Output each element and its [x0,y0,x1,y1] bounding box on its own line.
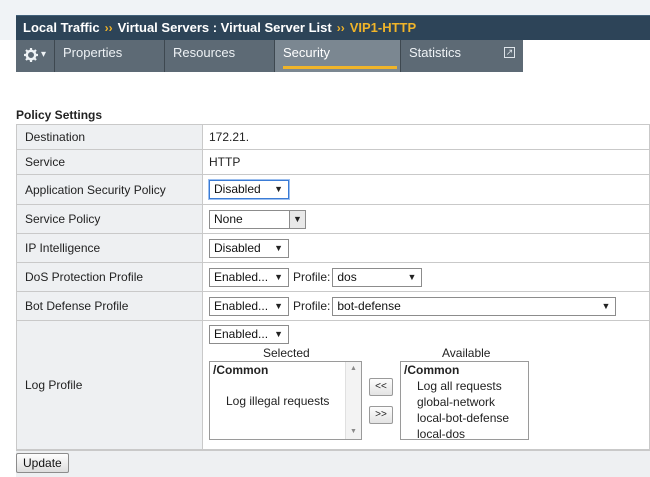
select-value: dos [337,269,357,284]
row-service: Service HTTP [16,149,650,175]
chevron-down-icon: ▼ [274,184,283,194]
external-link-icon[interactable]: ↗ [504,47,515,58]
chevron-down-icon: ▼ [407,271,417,282]
select-value: Enabled... [214,298,269,313]
row-label: Bot Defense Profile [16,291,203,321]
row-label: Destination [16,124,203,150]
list-item[interactable]: Log all requests [401,378,528,394]
log-profile-area: Enabled... ▼ Selected Available /Common … [203,321,649,449]
row-label: IP Intelligence [16,233,203,263]
selected-heading: Selected [263,346,310,360]
breadcrumb-current: VIP1-HTTP [349,20,417,35]
select-value: Disabled [214,182,261,196]
footer-bar [16,450,650,477]
available-heading: Available [442,346,491,360]
selected-listbox[interactable]: /Common Log illegal requests ▲ ▼ [209,361,362,440]
chevron-down-icon: ▼ [289,210,305,228]
row-dos-protection-profile: DoS Protection Profile Enabled... ▼ Prof… [16,262,650,292]
dos-profile-select[interactable]: dos ▼ [332,267,423,287]
profile-label: Profile: [293,299,331,313]
tab-statistics[interactable]: Statistics ↗ [401,40,523,72]
log-profile-select[interactable]: Enabled... ▼ [209,325,289,344]
service-policy-select[interactable]: None ▼ [209,209,306,229]
destination-value: 172.21. [202,124,650,150]
service-value: HTTP [202,149,650,175]
chevron-down-icon: ▼ [274,300,283,311]
list-item[interactable]: local-bot-defense [401,410,528,426]
scroll-down-icon[interactable]: ▼ [346,425,361,439]
row-service-policy: Service Policy None ▼ [16,204,650,234]
scroll-up-icon[interactable]: ▲ [346,362,361,376]
row-ip-intelligence: IP Intelligence Disabled ▼ [16,233,650,263]
selected-group-label: /Common [213,363,269,377]
dos-protection-select[interactable]: Enabled... ▼ [209,267,289,287]
update-button[interactable]: Update [16,453,69,473]
breadcrumb-virtual-server-list[interactable]: Virtual Servers : Virtual Server List [118,20,332,35]
chevron-down-icon: ▼ [274,242,283,253]
chevron-down-icon: ▾ [41,49,47,61]
bot-defense-select[interactable]: Enabled... ▼ [209,296,289,316]
application-security-policy-select[interactable]: Disabled ▼ [209,180,289,199]
tab-security[interactable]: Security [275,40,401,72]
ip-intelligence-select[interactable]: Disabled ▼ [209,238,289,258]
move-right-button[interactable]: >> [369,406,393,424]
row-log-profile: Log Profile Enabled... ▼ Selected Availa… [16,320,650,450]
tab-resources[interactable]: Resources [165,40,275,72]
bot-profile-select[interactable]: bot-defense ▼ [332,296,617,316]
select-value: None [214,211,243,226]
select-value: bot-defense [337,298,401,313]
chevron-down-icon: ▼ [601,300,611,311]
row-label: Service [16,149,203,175]
tab-bar: ▾ Properties Resources Security Statisti… [16,40,523,72]
row-label: Service Policy [16,204,203,234]
chevron-down-icon: ▼ [274,329,283,339]
gear-icon [24,47,38,62]
available-listbox[interactable]: /Common Log all requests global-network … [400,361,529,442]
breadcrumb-separator: ›› [336,21,345,35]
tab-properties[interactable]: Properties [55,40,165,72]
select-value: Disabled [214,240,261,255]
chevron-down-icon: ▼ [274,271,283,282]
select-value: Enabled... [214,269,269,284]
move-left-button[interactable]: << [369,378,393,396]
row-application-security-policy: Application Security Policy Disabled ▼ [16,174,650,205]
breadcrumb-separator: ›› [104,21,113,35]
section-title: Policy Settings [16,108,103,122]
breadcrumb-local-traffic[interactable]: Local Traffic [23,20,100,35]
list-item[interactable]: local-dos [401,426,528,442]
scrollbar[interactable]: ▲ ▼ [345,362,361,439]
tab-gear-menu[interactable]: ▾ [16,40,55,72]
list-item[interactable]: global-network [401,394,528,410]
available-group-label: /Common [404,363,460,377]
row-bot-defense-profile: Bot Defense Profile Enabled... ▼ Profile… [16,291,650,321]
row-label: DoS Protection Profile [16,262,203,292]
tab-statistics-label: Statistics [409,45,462,60]
select-value: Enabled... [214,327,269,341]
row-destination: Destination 172.21. [16,124,650,150]
profile-label: Profile: [293,270,331,284]
list-item[interactable]: Log illegal requests [210,393,361,409]
policy-settings-table: Destination 172.21. Service HTTP Applica… [16,124,650,450]
row-label: Log Profile [16,320,203,450]
row-label: Application Security Policy [16,174,203,205]
breadcrumb: Local Traffic ›› Virtual Servers : Virtual… [16,15,650,40]
